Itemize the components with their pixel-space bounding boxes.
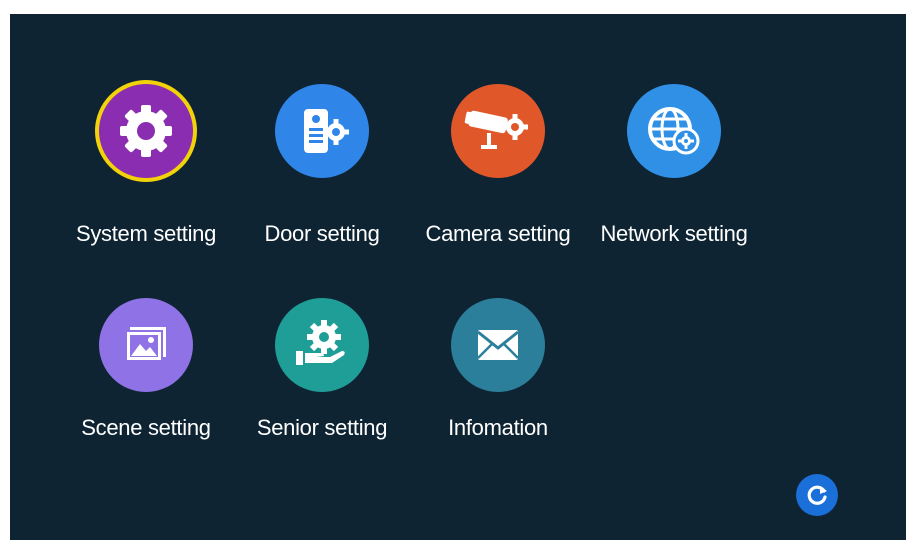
settings-screen: System setting Door setting Camera setti… (10, 14, 906, 540)
gear-icon (99, 84, 193, 178)
door-setting-label: Door setting (264, 221, 380, 246)
hand-gear-icon (275, 298, 369, 392)
door-intercom-icon (275, 84, 369, 178)
scene-setting-label: Scene setting (81, 415, 211, 440)
system-setting-tile[interactable]: System setting (56, 84, 236, 274)
picture-icon (99, 298, 193, 392)
envelope-icon (451, 298, 545, 392)
door-setting-tile[interactable]: Door setting (232, 84, 412, 274)
camera-setting-tile[interactable]: Camera setting (408, 84, 588, 274)
network-setting-tile[interactable]: Network setting (584, 84, 764, 274)
refresh-button[interactable] (796, 474, 838, 516)
camera-icon (451, 84, 545, 178)
refresh-icon (807, 485, 827, 505)
scene-setting-tile[interactable]: Scene setting (56, 298, 236, 488)
information-tile[interactable]: Infomation (408, 298, 588, 488)
system-setting-label: System setting (75, 221, 217, 246)
globe-icon (627, 84, 721, 178)
camera-setting-label: Camera setting (425, 221, 571, 246)
information-label: Infomation (448, 415, 548, 440)
senior-setting-tile[interactable]: Senior setting (232, 298, 412, 488)
senior-setting-label: Senior setting (256, 415, 388, 440)
network-setting-label: Network setting (600, 221, 748, 246)
